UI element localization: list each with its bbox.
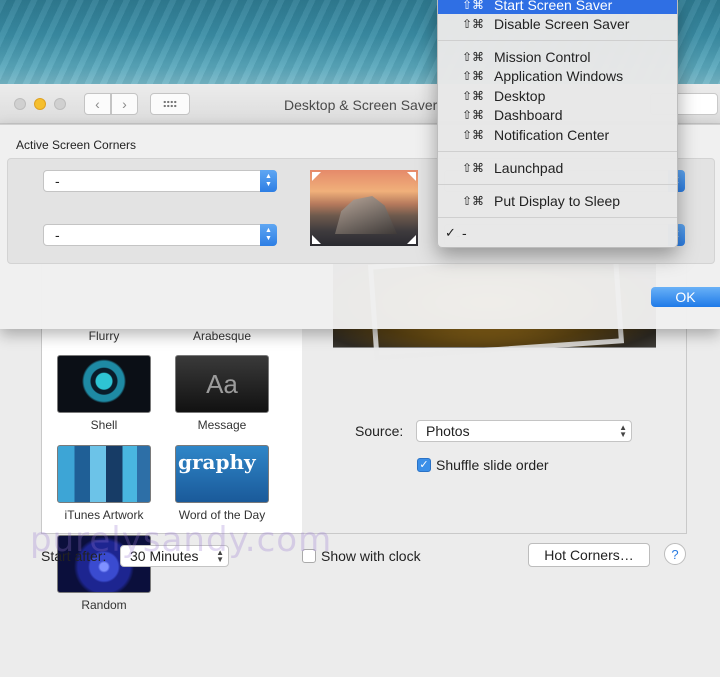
menu-item-label: Disable Screen Saver [494,15,630,32]
source-label: Source: [355,423,404,439]
window-title: Desktop & Screen Saver [284,97,438,113]
menu-item-label: Launchpad [494,159,564,176]
show-all-button[interactable] [150,93,190,115]
menu-separator [438,184,677,185]
menu-item-notification-center[interactable]: ⇧⌘ Notification Center [438,125,677,144]
shift-command-icon: ⇧⌘ [462,16,485,31]
zoom-window-button[interactable] [54,98,66,110]
grid-icon [163,100,177,108]
forward-button[interactable]: › [111,93,138,115]
menu-separator [438,151,677,152]
up-down-chevron-icon: ▲▼ [619,423,627,439]
watermark: purelysandy.com [30,520,333,560]
shift-command-icon: ⇧⌘ [462,160,485,175]
saver-thumb-shell[interactable] [57,355,151,413]
corner-indicator-icon [407,235,416,244]
menu-item-desktop[interactable]: ⇧⌘ Desktop [438,86,677,105]
up-down-chevron-icon: ▲▼ [260,170,277,192]
help-button[interactable]: ? [664,543,686,565]
chevron-left-icon: ‹ [95,96,100,112]
saver-label-flurry: Flurry [88,329,120,343]
saver-thumb-word-of-the-day[interactable]: graphy [175,445,269,503]
shift-command-icon: ⇧⌘ [462,127,485,142]
back-button[interactable]: ‹ [84,93,111,115]
menu-item-mission-control[interactable]: ⇧⌘ Mission Control [438,47,677,66]
menu-item-label: Application Windows [494,67,624,84]
hot-corners-button[interactable]: Hot Corners… [528,543,650,567]
menu-item-label: Start Screen Saver [494,0,613,13]
shift-command-icon: ⇧⌘ [462,193,485,208]
menu-item-disable-screen-saver[interactable]: ⇧⌘ Disable Screen Saver [438,14,677,33]
shift-command-icon: ⇧⌘ [462,88,485,103]
shuffle-label: Shuffle slide order [436,457,549,473]
shift-command-icon: ⇧⌘ [462,0,485,12]
desktop-corners-preview [310,170,418,246]
close-window-button[interactable] [14,98,26,110]
saver-thumb-itunes-artwork[interactable] [57,445,151,503]
checkmark-icon: ✓ [445,224,456,240]
saver-label-arabesque: Arabesque [192,329,252,343]
show-clock-label: Show with clock [321,548,421,564]
menu-item-label: - [462,224,467,241]
corner-indicator-icon [312,172,321,181]
bottom-left-corner-popup[interactable]: - ▲ ▼ [43,224,277,246]
saver-thumb-message[interactable]: Aa [175,355,269,413]
word-thumb-text: graphy [178,450,256,474]
shift-command-icon: ⇧⌘ [462,107,485,122]
menu-item-label: Dashboard [494,106,563,123]
menu-item-dashboard[interactable]: ⇧⌘ Dashboard [438,105,677,124]
menu-separator [438,217,677,218]
menu-item-label: Desktop [494,87,546,104]
corner-indicator-icon [407,172,416,181]
hot-corner-action-menu: ⇧⌘ Start Screen Saver ⇧⌘ Disable Screen … [437,0,678,248]
source-value: Photos [426,423,470,439]
shift-command-icon: ⇧⌘ [462,68,485,83]
menu-item-none[interactable]: ✓ - [438,223,677,242]
minimize-window-button[interactable] [34,98,46,110]
menu-item-label: Mission Control [494,48,591,65]
menu-item-application-windows[interactable]: ⇧⌘ Application Windows [438,66,677,85]
ok-button[interactable]: OK [651,287,720,307]
corner-indicator-icon [312,235,321,244]
menu-item-label: Notification Center [494,126,610,143]
menu-item-start-screen-saver[interactable]: ⇧⌘ Start Screen Saver [438,0,677,14]
up-down-chevron-icon: ▲▼ [260,224,277,246]
menu-separator [438,40,677,41]
active-screen-corners-title: Active Screen Corners [16,138,137,152]
source-popup[interactable]: Photos ▲ ▼ [416,420,632,442]
menu-item-label: Put Display to Sleep [494,192,621,209]
menu-item-launchpad[interactable]: ⇧⌘ Launchpad [438,158,677,177]
message-thumb-text: Aa [206,368,238,399]
saver-label-message: Message [197,418,247,432]
chevron-right-icon: › [122,96,127,112]
saver-label-random: Random [81,598,127,612]
saver-label-shell: Shell [90,418,118,432]
bottom-left-corner-value: - [55,227,60,243]
menu-item-put-display-to-sleep[interactable]: ⇧⌘ Put Display to Sleep [438,191,677,210]
top-left-corner-value: - [55,173,60,189]
shift-command-icon: ⇧⌘ [462,49,485,64]
shuffle-checkbox[interactable]: ✓ [417,458,431,472]
top-left-corner-popup[interactable]: - ▲ ▼ [43,170,277,192]
